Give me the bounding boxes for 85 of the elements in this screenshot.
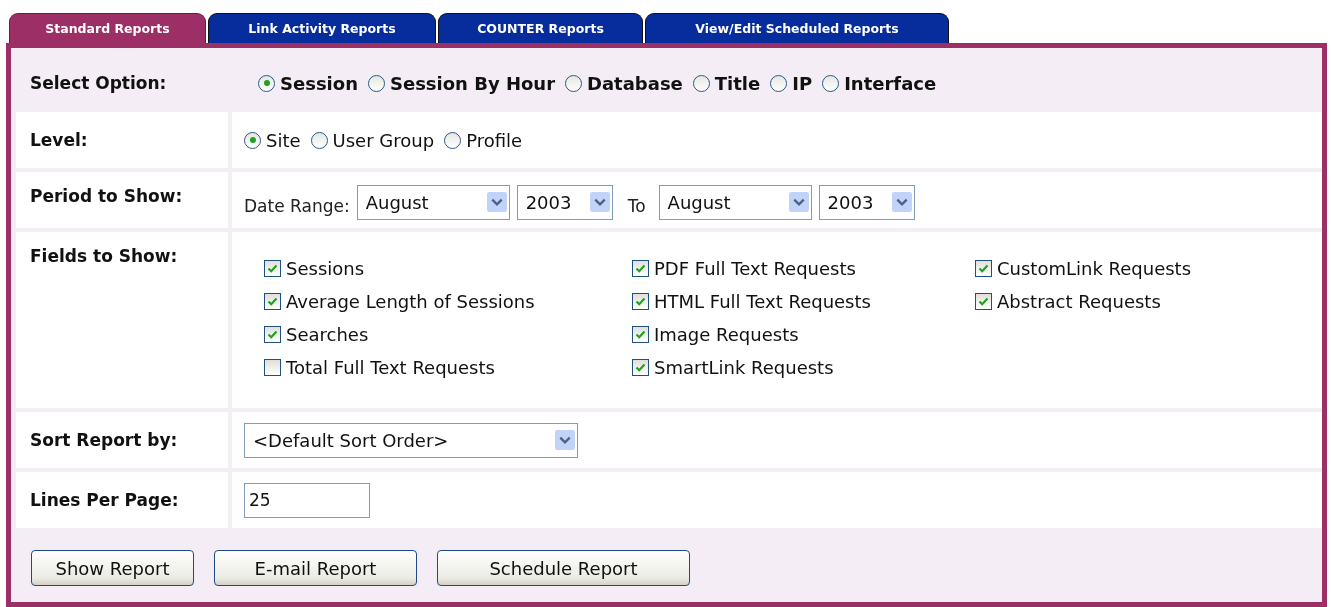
- checkbox-option[interactable]: CustomLink Requests: [975, 256, 1275, 281]
- checkbox[interactable]: [632, 293, 649, 310]
- checkbox-option[interactable]: Sessions: [264, 256, 632, 281]
- report-tab[interactable]: View/Edit Scheduled Reports: [645, 13, 949, 43]
- radio-label: Site: [266, 129, 301, 151]
- field-label: Select Option:: [29, 73, 168, 93]
- checkbox[interactable]: [632, 359, 649, 376]
- report-button[interactable]: Show Report: [31, 550, 194, 586]
- report-tab[interactable]: Link Activity Reports: [208, 13, 436, 43]
- radio-button[interactable]: [367, 74, 385, 92]
- checkbox-label: Searches: [286, 324, 369, 345]
- field-label: Period to Show:: [16, 172, 228, 228]
- checkmark-icon: [977, 262, 990, 275]
- radio-button[interactable]: [258, 74, 275, 92]
- radio-label: User Group: [332, 129, 435, 151]
- radio-button[interactable]: [565, 74, 582, 92]
- checkbox[interactable]: [632, 326, 649, 343]
- radio-label: Database: [587, 72, 683, 94]
- radio-button[interactable]: [444, 131, 462, 149]
- report-button[interactable]: E-mail Report: [214, 550, 417, 586]
- report-tab[interactable]: COUNTER Reports: [438, 13, 643, 43]
- checkbox-option[interactable]: HTML Full Text Requests: [632, 289, 975, 314]
- radio-option[interactable]: Session: [258, 72, 358, 94]
- checkbox[interactable]: [632, 260, 649, 277]
- report-tab[interactable]: Standard Reports: [9, 13, 206, 43]
- report-button[interactable]: Schedule Report: [437, 550, 690, 586]
- checkmark-icon: [266, 295, 279, 308]
- radio-option[interactable]: IP: [770, 72, 813, 94]
- year-select[interactable]: 2003: [516, 184, 613, 220]
- checkmark-icon: [634, 361, 647, 374]
- radio-button[interactable]: [244, 131, 261, 149]
- month-select[interactable]: August: [658, 184, 812, 220]
- radio-option[interactable]: Database: [565, 72, 683, 94]
- radio-option[interactable]: Interface: [822, 72, 937, 94]
- radio-label: Interface: [844, 72, 937, 94]
- radio-button[interactable]: [770, 74, 788, 92]
- field-label: Level:: [16, 112, 228, 168]
- checkbox[interactable]: [264, 359, 281, 376]
- checkbox[interactable]: [975, 293, 992, 310]
- checkmark-icon: [266, 328, 279, 341]
- lines-per-page-field[interactable]: 25: [244, 482, 370, 518]
- month-select[interactable]: August: [356, 184, 510, 220]
- year-select[interactable]: 2003: [818, 184, 915, 220]
- checkbox-label: HTML Full Text Requests: [654, 291, 871, 312]
- checkbox-label: Sessions: [286, 258, 365, 279]
- field-label: Fields to Show:: [16, 232, 228, 408]
- checkbox-label: PDF Full Text Requests: [654, 258, 856, 279]
- sort-select[interactable]: <Default Sort Order>: [244, 422, 578, 458]
- checkmark-icon: [634, 295, 647, 308]
- radio-label: IP: [792, 72, 813, 94]
- checkbox-label: Total Full Text Requests: [286, 357, 495, 378]
- radio-option[interactable]: Site: [244, 129, 301, 151]
- radio-label: Session: [280, 72, 358, 94]
- checkbox-label: CustomLink Requests: [997, 258, 1192, 279]
- checkbox[interactable]: [264, 260, 281, 277]
- field-label: Lines Per Page:: [16, 472, 228, 528]
- checkbox-option[interactable]: PDF Full Text Requests: [632, 256, 975, 281]
- checkbox-option[interactable]: SmartLink Requests: [632, 355, 975, 380]
- to-label: To: [627, 196, 646, 216]
- checkbox-label: SmartLink Requests: [654, 357, 834, 378]
- checkmark-icon: [266, 262, 279, 275]
- checkbox-option[interactable]: Total Full Text Requests: [264, 355, 632, 380]
- checkbox-label: Abstract Requests: [997, 291, 1161, 312]
- radio-option[interactable]: Profile: [444, 129, 523, 151]
- checkbox-option[interactable]: Image Requests: [632, 322, 975, 347]
- radio-label: Profile: [466, 129, 523, 151]
- radio-button[interactable]: [822, 74, 840, 92]
- radio-option[interactable]: User Group: [310, 129, 435, 151]
- radio-button[interactable]: [692, 74, 710, 92]
- checkmark-icon: [977, 295, 990, 308]
- checkbox-label: Image Requests: [654, 324, 799, 345]
- checkmark-icon: [634, 262, 647, 275]
- radio-label: Title: [714, 72, 761, 94]
- checkbox-option[interactable]: Average Length of Sessions: [264, 289, 632, 314]
- checkmark-icon: [634, 328, 647, 341]
- radio-button[interactable]: [310, 131, 328, 149]
- date-range-label: Date Range:: [244, 196, 350, 216]
- checkbox[interactable]: [264, 326, 281, 343]
- checkbox-label: Average Length of Sessions: [286, 291, 535, 312]
- checkbox-option[interactable]: Abstract Requests: [975, 289, 1275, 314]
- radio-option[interactable]: Title: [692, 72, 761, 94]
- checkbox[interactable]: [264, 293, 281, 310]
- field-label: Sort Report by:: [16, 412, 228, 468]
- checkbox[interactable]: [975, 260, 992, 277]
- checkbox-option[interactable]: Searches: [264, 322, 632, 347]
